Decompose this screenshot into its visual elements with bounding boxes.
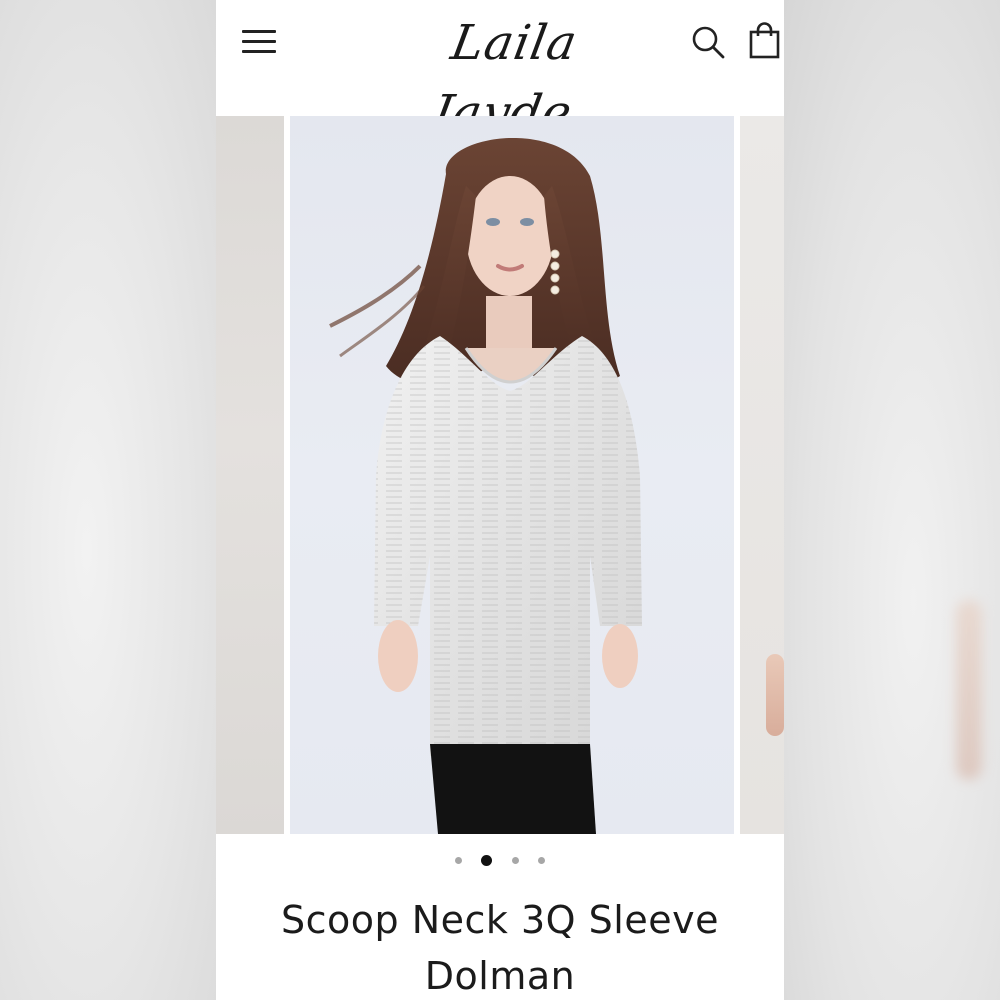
menu-line [242,30,276,33]
carousel-slide-previous[interactable] [216,116,284,834]
carousel-slide-next[interactable] [740,116,784,834]
brand-logo[interactable]: Laila Jayde [374,8,653,141]
carousel-dot-1[interactable] [455,857,463,864]
search-icon[interactable] [690,24,726,60]
menu-line [242,40,276,43]
carousel-dot-3[interactable] [511,857,519,864]
carousel-slide-current[interactable] [290,116,734,834]
hamburger-menu-icon[interactable] [242,26,278,58]
product-photo [329,137,642,834]
site-header: Laila Jayde [216,0,784,141]
shopping-bag-icon[interactable] [748,22,782,60]
backdrop-blur-figure [956,600,982,780]
product-image-carousel[interactable] [216,116,784,834]
carousel-dot-4[interactable] [537,857,545,864]
next-slide-arm [766,654,784,736]
menu-line [242,50,276,53]
backdrop-left [0,0,216,1000]
carousel-pagination [216,850,784,870]
backdrop-right [784,0,1000,1000]
mobile-page: Laila Jayde Scoop Neck 3Q Sleeve Dolman [216,0,784,1000]
carousel-dot-2-active[interactable] [481,855,493,866]
product-title: Scoop Neck 3Q Sleeve Dolman [281,898,719,998]
